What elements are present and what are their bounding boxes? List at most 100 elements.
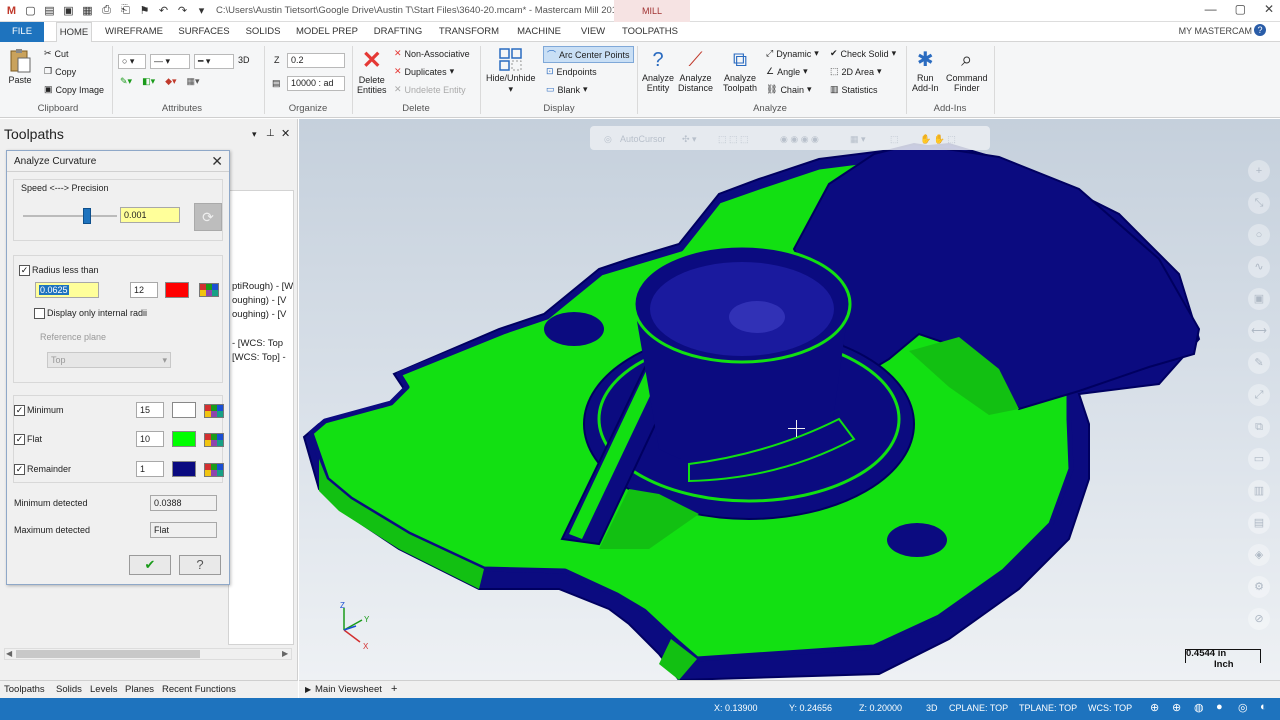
minimum-palette-icon[interactable]: [204, 404, 224, 418]
duplicates-button[interactable]: ✕ Duplicates ▾: [394, 66, 454, 77]
main-viewsheet-tab[interactable]: Main Viewsheet: [315, 684, 382, 695]
verify-icon[interactable]: ◉ ◉ ◉ ◉: [780, 134, 819, 145]
redo-icon[interactable]: ↷: [175, 3, 190, 18]
toolpath-tree[interactable]: ptiRough) - [W oughing) - [V oughing) - …: [228, 190, 294, 645]
gear-icon[interactable]: ⚙: [1248, 576, 1270, 598]
check-solid-button[interactable]: ✔ Check Solid ▾: [830, 48, 896, 59]
z-depth-input[interactable]: 0.2: [287, 53, 345, 68]
radius-palette-icon[interactable]: [199, 283, 219, 297]
tab-recent-functions[interactable]: Recent Functions: [162, 684, 236, 695]
autocursor-icon[interactable]: ◎: [604, 134, 612, 145]
save-as-icon[interactable]: ▦: [80, 3, 95, 18]
pin-panel-icon[interactable]: ⊥: [266, 128, 275, 139]
tab-transform[interactable]: TRANSFORM: [438, 22, 500, 42]
panel-menu-icon[interactable]: ▾: [252, 129, 257, 140]
tab-home[interactable]: HOME: [56, 22, 92, 42]
tab-view[interactable]: VIEW: [576, 22, 610, 42]
remainder-color-swatch[interactable]: [172, 461, 196, 477]
select-icon[interactable]: ⬚ ⬚ ⬚: [718, 134, 749, 145]
rect-icon[interactable]: ▭: [1248, 448, 1270, 470]
tab-surfaces[interactable]: SURFACES: [176, 22, 232, 42]
minimum-input[interactable]: 15: [136, 402, 164, 418]
pin-icon[interactable]: ⚑: [137, 3, 152, 18]
analyze-entity-button[interactable]: ? Analyze Entity: [642, 48, 674, 93]
tab-planes-panel[interactable]: Planes: [125, 684, 154, 695]
wireframe-sphere-icon[interactable]: ◎: [1238, 701, 1248, 714]
remainder-input[interactable]: 1: [136, 461, 164, 477]
ok-button[interactable]: ✔: [129, 555, 171, 575]
tab-model-prep[interactable]: MODEL PREP: [296, 22, 358, 42]
tab-drafting[interactable]: DRAFTING: [372, 22, 424, 42]
flat-color-swatch[interactable]: [172, 431, 196, 447]
customize-dropdown-icon[interactable]: ▾: [194, 3, 209, 18]
level-icon-toolbar[interactable]: ⬚: [890, 134, 899, 145]
solid-color-icon[interactable]: ◆▾: [165, 76, 176, 87]
part-model[interactable]: [299, 119, 1280, 680]
reference-plane-select[interactable]: Top ▾: [47, 352, 171, 368]
minimum-checkbox[interactable]: ✓: [14, 405, 25, 416]
mastercam-logo-icon[interactable]: M: [4, 3, 19, 18]
curve-icon[interactable]: ∿: [1248, 256, 1270, 278]
circle-icon[interactable]: ○: [1248, 224, 1270, 246]
wrench-icon[interactable]: ✎: [1248, 352, 1270, 374]
radius-count-input[interactable]: 12: [130, 282, 158, 298]
wireframe-color-icon[interactable]: ✎▾: [120, 76, 132, 87]
expand-icon[interactable]: ⤢: [1248, 384, 1270, 406]
tab-machine[interactable]: MACHINE: [514, 22, 564, 42]
shaded-mode-icon[interactable]: ◐: [1260, 701, 1267, 713]
shading-icon[interactable]: ◍: [1194, 701, 1204, 714]
mirror-icon[interactable]: ⤡: [1248, 192, 1270, 214]
hide-unhide-button[interactable]: Hide/Unhide ▾: [486, 48, 536, 94]
add-icon[interactable]: +: [1248, 160, 1270, 182]
radius-input[interactable]: 0.0625: [35, 282, 99, 298]
remainder-checkbox[interactable]: ✓: [14, 464, 25, 475]
help-icon[interactable]: ?: [1254, 24, 1266, 36]
analyze-toolpath-button[interactable]: ⧉ Analyze Toolpath: [723, 48, 757, 93]
run-addin-button[interactable]: ✱ Run Add-In: [912, 48, 939, 93]
precision-input[interactable]: 0.001: [120, 207, 180, 223]
save-icon[interactable]: ▣: [61, 3, 76, 18]
tab-levels-panel[interactable]: Levels: [90, 684, 117, 695]
tab-file[interactable]: FILE: [0, 22, 44, 42]
snap-icon[interactable]: ✣ ▾: [682, 134, 697, 145]
undo-icon[interactable]: ↶: [156, 3, 171, 18]
blank-button[interactable]: ▭ Blank ▾: [546, 84, 588, 95]
fill-color-icon[interactable]: ◧▾: [142, 76, 155, 87]
copy-button[interactable]: ❐ Copy: [44, 66, 76, 77]
line-width-select[interactable]: ━ ▾: [194, 54, 234, 69]
line-style-select[interactable]: — ▾: [150, 54, 190, 69]
globe-icon[interactable]: ⊕: [1172, 701, 1181, 714]
autocursor-label[interactable]: AutoCursor: [620, 134, 666, 144]
panel-icon[interactable]: ▤: [1248, 512, 1270, 534]
mode-toggle[interactable]: 3D: [926, 703, 938, 713]
scrollbar-thumb[interactable]: [16, 650, 200, 658]
tab-toolpaths[interactable]: TOOLPATHS: [620, 22, 680, 42]
pan-icon[interactable]: ✋ ✋ ⬚: [920, 134, 956, 145]
tab-solids[interactable]: SOLIDS: [242, 22, 284, 42]
dimension-mode-button[interactable]: 3D: [238, 55, 250, 65]
globe-icon[interactable]: ⊕: [1150, 701, 1159, 714]
analyze-distance-button[interactable]: ⟋ Analyze Distance: [678, 48, 713, 93]
radius-color-swatch[interactable]: [165, 282, 189, 298]
material-icon[interactable]: ▦▾: [187, 76, 200, 87]
level-input[interactable]: 10000 : ad: [287, 76, 345, 91]
open-file-icon[interactable]: ▤: [42, 3, 57, 18]
tree-item[interactable]: oughing) - [V: [232, 295, 286, 306]
add-viewsheet-button[interactable]: +: [391, 683, 397, 695]
my-mastercam-link[interactable]: MY MASTERCAM: [1179, 26, 1252, 36]
remainder-palette-icon[interactable]: [204, 463, 224, 477]
copy-image-button[interactable]: ▣ Copy Image: [44, 84, 104, 95]
point-style-select[interactable]: ○ ▾: [118, 54, 146, 69]
layers-icon[interactable]: ⧉: [1248, 416, 1270, 438]
precision-slider-thumb[interactable]: [83, 208, 91, 224]
delete-entities-button[interactable]: ✕ Delete Entities: [357, 48, 387, 96]
tree-item[interactable]: ptiRough) - [W: [232, 281, 293, 292]
maximize-icon[interactable]: ▢: [1235, 2, 1246, 16]
arc-center-points-button[interactable]: ⌒ Arc Center Points: [543, 46, 634, 63]
tplane-selector[interactable]: TPLANE: TOP: [1019, 703, 1077, 713]
help-button[interactable]: ?: [179, 555, 221, 575]
scroll-right-icon[interactable]: ▶: [282, 649, 288, 658]
tree-item[interactable]: - [WCS: Top: [232, 338, 283, 349]
chain-button[interactable]: ⛓ Chain ▾: [766, 84, 811, 95]
minimum-color-swatch[interactable]: [172, 402, 196, 418]
